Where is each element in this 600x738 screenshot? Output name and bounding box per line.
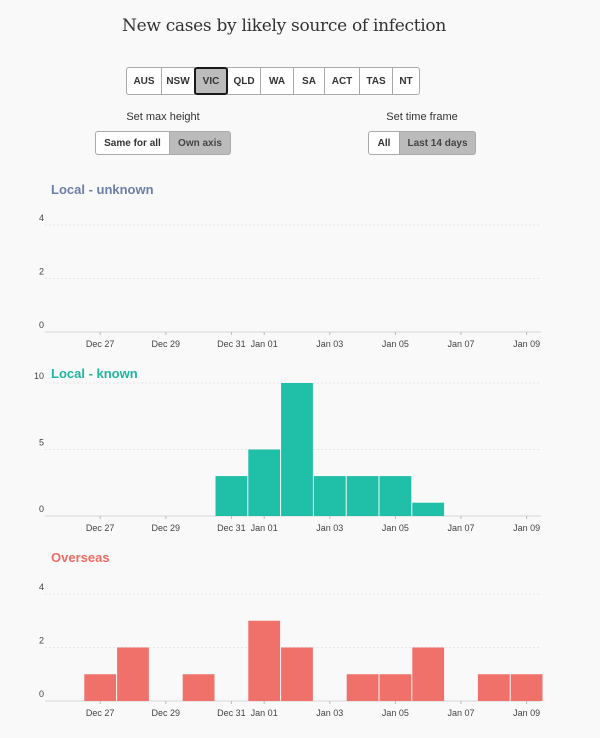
bar-dec-30 — [182, 674, 215, 701]
all-time-button[interactable]: All — [368, 131, 400, 155]
bar-jan-01 — [248, 449, 281, 516]
x-tick-label: Jan 03 — [316, 339, 343, 349]
x-tick-label: Jan 03 — [316, 523, 343, 533]
time-frame-label: Set time frame — [386, 111, 458, 123]
y-tick-label: 4 — [39, 582, 44, 592]
x-tick-label: Dec 31 — [217, 708, 246, 718]
y-tick-label: 2 — [39, 267, 44, 277]
x-tick-label: Jan 01 — [251, 339, 278, 349]
bar-jan-02 — [281, 383, 313, 516]
y-tick-label: 0 — [39, 320, 44, 330]
bar-jan-08 — [477, 674, 510, 701]
y-tick-label: 0 — [39, 504, 44, 514]
max-height-toggle: Same for all Own axis — [95, 131, 231, 155]
own-axis-button[interactable]: Own axis — [170, 131, 231, 155]
last-14-days-button[interactable]: Last 14 days — [400, 131, 476, 155]
same-for-all-button[interactable]: Same for all — [95, 131, 170, 155]
x-tick-label: Jan 09 — [513, 523, 540, 533]
bar-jan-05 — [379, 476, 412, 516]
bar-jan-06 — [412, 647, 445, 701]
x-tick-label: Jan 07 — [447, 523, 474, 533]
x-tick-label: Jan 01 — [251, 708, 278, 718]
x-tick-label: Jan 07 — [447, 708, 474, 718]
bar-jan-09 — [510, 674, 543, 701]
bar-jan-03 — [313, 476, 346, 516]
bar-jan-04 — [346, 476, 379, 516]
chart-local-unknown: 0 2 4 Dec 27 Dec 29 Dec 31 Jan 01 Jan 03 Jan 05 J… — [39, 213, 541, 349]
x-tick-label: Dec 31 — [217, 339, 246, 349]
x-tick-label: Dec 29 — [152, 708, 181, 718]
x-tick-label: Dec 29 — [152, 339, 181, 349]
bar-dec-31 — [215, 476, 248, 516]
x-tick-label: Dec 27 — [86, 708, 115, 718]
chart-local-known: 0 5 10 Dec 27 Dec 29 Dec 31 Jan 01 Jan 03 Jan 05… — [34, 371, 541, 533]
region-button-tas[interactable]: TAS — [359, 67, 393, 95]
region-selector: AUS NSW VIC QLD WA SA ACT TAS NT — [126, 67, 420, 95]
x-tick-label: Dec 29 — [152, 523, 181, 533]
chart-title-local-unknown: Local - unknown — [51, 182, 154, 197]
x-tick-label: Dec 27 — [86, 523, 115, 533]
x-tick-label: Jan 05 — [382, 708, 409, 718]
y-tick-label: 4 — [39, 213, 44, 223]
bar-jan-06 — [412, 502, 445, 516]
region-button-aus[interactable]: AUS — [126, 67, 162, 95]
region-button-sa[interactable]: SA — [293, 67, 325, 95]
x-tick-label: Jan 07 — [447, 339, 474, 349]
time-frame-toggle: All Last 14 days — [368, 131, 476, 155]
x-tick-label: Jan 03 — [316, 708, 343, 718]
x-tick-label: Jan 09 — [513, 339, 540, 349]
x-tick-label: Jan 01 — [251, 523, 278, 533]
x-tick-label: Jan 05 — [382, 339, 409, 349]
y-tick-label: 5 — [39, 438, 44, 448]
x-tick-label: Dec 27 — [86, 339, 115, 349]
bar-jan-02 — [281, 647, 313, 701]
y-tick-label: 2 — [39, 636, 44, 646]
bar-jan-01 — [248, 620, 281, 701]
x-tick-label: Dec 31 — [217, 523, 246, 533]
max-height-label: Set max height — [126, 111, 200, 123]
bar-jan-04 — [346, 674, 379, 701]
bar-dec-28 — [117, 647, 149, 701]
region-button-qld[interactable]: QLD — [227, 67, 261, 95]
region-button-wa[interactable]: WA — [260, 67, 294, 95]
chart-overseas: 0 2 4 Dec 27 Dec 29 Dec 31 Jan 01 Jan 03 Jan 05 J… — [39, 582, 543, 718]
page-title: New cases by likely source of infection — [122, 16, 446, 36]
y-tick-label: 10 — [34, 371, 44, 381]
region-button-nsw[interactable]: NSW — [161, 67, 195, 95]
region-button-vic[interactable]: VIC — [194, 67, 228, 95]
chart-title-overseas: Overseas — [51, 550, 110, 565]
x-tick-label: Jan 05 — [382, 523, 409, 533]
region-button-nt[interactable]: NT — [392, 67, 420, 95]
region-button-act[interactable]: ACT — [324, 67, 360, 95]
bar-dec-27 — [84, 674, 117, 701]
x-tick-label: Jan 09 — [513, 708, 540, 718]
bar-jan-05 — [379, 674, 412, 701]
y-tick-label: 0 — [39, 689, 44, 699]
